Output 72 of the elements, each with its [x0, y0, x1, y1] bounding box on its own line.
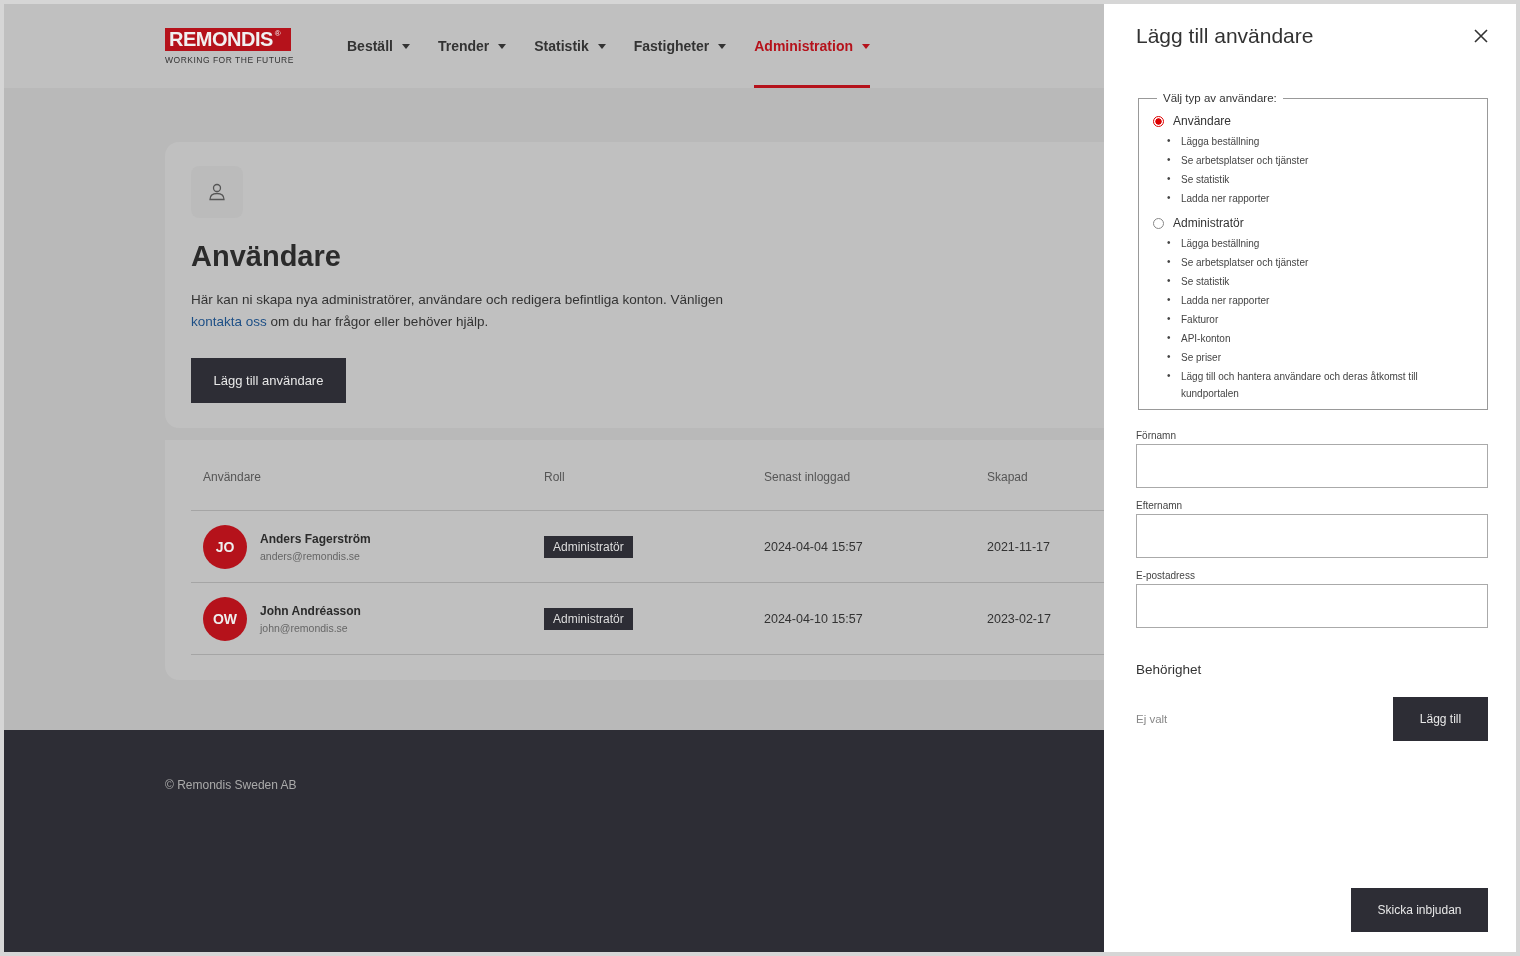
- bullet-mark: •: [1167, 293, 1172, 307]
- bullet-mark: •: [1167, 191, 1172, 205]
- permission-item: Fakturor: [1181, 313, 1219, 327]
- table-cell: 2024-04-10 15:57: [764, 611, 863, 626]
- avatar-initials: JO: [203, 524, 247, 569]
- nav-menu-item[interactable]: Statistik: [534, 4, 606, 88]
- column-header: Skapad: [987, 470, 1029, 484]
- column-header: Roll: [544, 470, 566, 484]
- bullet-mark: •: [1167, 172, 1172, 186]
- caret-icon: [401, 43, 410, 49]
- column-header: Senast inloggad: [764, 470, 852, 484]
- user-email: john@remondis.se: [260, 621, 349, 634]
- add-button[interactable]: Lägg till: [1393, 697, 1488, 741]
- nav-menu-item[interactable]: Beställ: [347, 4, 410, 88]
- bullet-mark: •: [1167, 255, 1172, 269]
- add-user-button[interactable]: Lägg till användare: [191, 358, 346, 403]
- permission-item: Ladda ner rapporter: [1181, 294, 1270, 308]
- bullet-mark: •: [1167, 369, 1172, 383]
- user-name: Anders Fagerström: [260, 531, 371, 546]
- permission-item: Lägga beställning: [1181, 135, 1260, 149]
- permission-item: Lägg till och hantera användare och deras åtkomst till kundportalen: [1181, 370, 1419, 401]
- radio-button[interactable]: [1153, 115, 1164, 127]
- bullet-mark: •: [1167, 350, 1172, 364]
- column-header: Användare: [203, 470, 263, 484]
- close-icon[interactable]: [1474, 29, 1488, 43]
- nav-menu-item[interactable]: Administration: [754, 4, 870, 88]
- caret-icon: [498, 43, 507, 49]
- bullet-mark: •: [1167, 134, 1172, 148]
- table-cell: 2024-04-04 15:57: [764, 539, 863, 554]
- bullet-mark: •: [1167, 274, 1172, 288]
- input-field[interactable]: [1136, 584, 1488, 628]
- nav-menu-item[interactable]: Trender: [437, 4, 507, 88]
- group-legend: Välj typ av användare:: [1157, 92, 1283, 104]
- bullet-mark: •: [1167, 153, 1172, 167]
- input-field[interactable]: [1136, 444, 1488, 488]
- permission-item: API-konton: [1181, 332, 1231, 346]
- role-badge: Administratör: [544, 535, 633, 558]
- field-label: Förnamn: [1136, 430, 1177, 441]
- permission-item: Lägga beställning: [1181, 237, 1260, 251]
- caret-icon: [597, 43, 606, 49]
- input-field[interactable]: [1136, 514, 1488, 558]
- user-name: John Andréasson: [260, 603, 361, 618]
- bullet-mark: •: [1167, 312, 1172, 326]
- page-title: Användare: [191, 240, 342, 273]
- radio-option[interactable]: Användare: [1173, 114, 1473, 128]
- permission-item: Se priser: [1181, 351, 1221, 365]
- permission-value: Ej valt: [1136, 713, 1168, 725]
- bullet-mark: •: [1167, 236, 1172, 250]
- caret-icon: [718, 43, 727, 49]
- role-badge: Administratör: [544, 607, 633, 630]
- field-label: E-postadress: [1136, 570, 1196, 581]
- description-text: Här kan ni skapa nya administratörer, användare och redigera befintliga konton. Vänligen kontakta oss om du har frågor eller behöver hjälp.: [191, 291, 725, 331]
- user-icon: [191, 166, 243, 218]
- section-heading: Behörighet: [1136, 662, 1203, 677]
- bullet-mark: •: [1167, 331, 1172, 345]
- avatar-initials: OW: [203, 596, 247, 641]
- contact-link[interactable]: kontakta oss: [191, 314, 267, 329]
- nav-menu-item[interactable]: Fastigheter: [633, 4, 727, 88]
- table-cell: 2021-11-17: [987, 539, 1050, 554]
- permission-item: Se arbetsplatser och tjänster: [1181, 256, 1309, 270]
- send-invite-button[interactable]: Skicka inbjudan: [1351, 888, 1488, 932]
- radio-option[interactable]: Administratör: [1173, 216, 1473, 230]
- copyright-text: © Remondis Sweden AB: [165, 778, 297, 792]
- caret-icon: [862, 43, 870, 49]
- permission-item: Se arbetsplatser och tjänster: [1181, 154, 1309, 168]
- table-cell: 2023-02-17: [987, 611, 1051, 626]
- field-label: Efternamn: [1136, 500, 1184, 511]
- permission-item: Ladda ner rapporter: [1181, 192, 1270, 206]
- user-email: anders@remondis.se: [260, 549, 361, 562]
- panel-title: Lägg till användare: [1136, 24, 1314, 48]
- permission-item: Se statistik: [1181, 275, 1230, 289]
- permission-item: Se statistik: [1181, 173, 1230, 187]
